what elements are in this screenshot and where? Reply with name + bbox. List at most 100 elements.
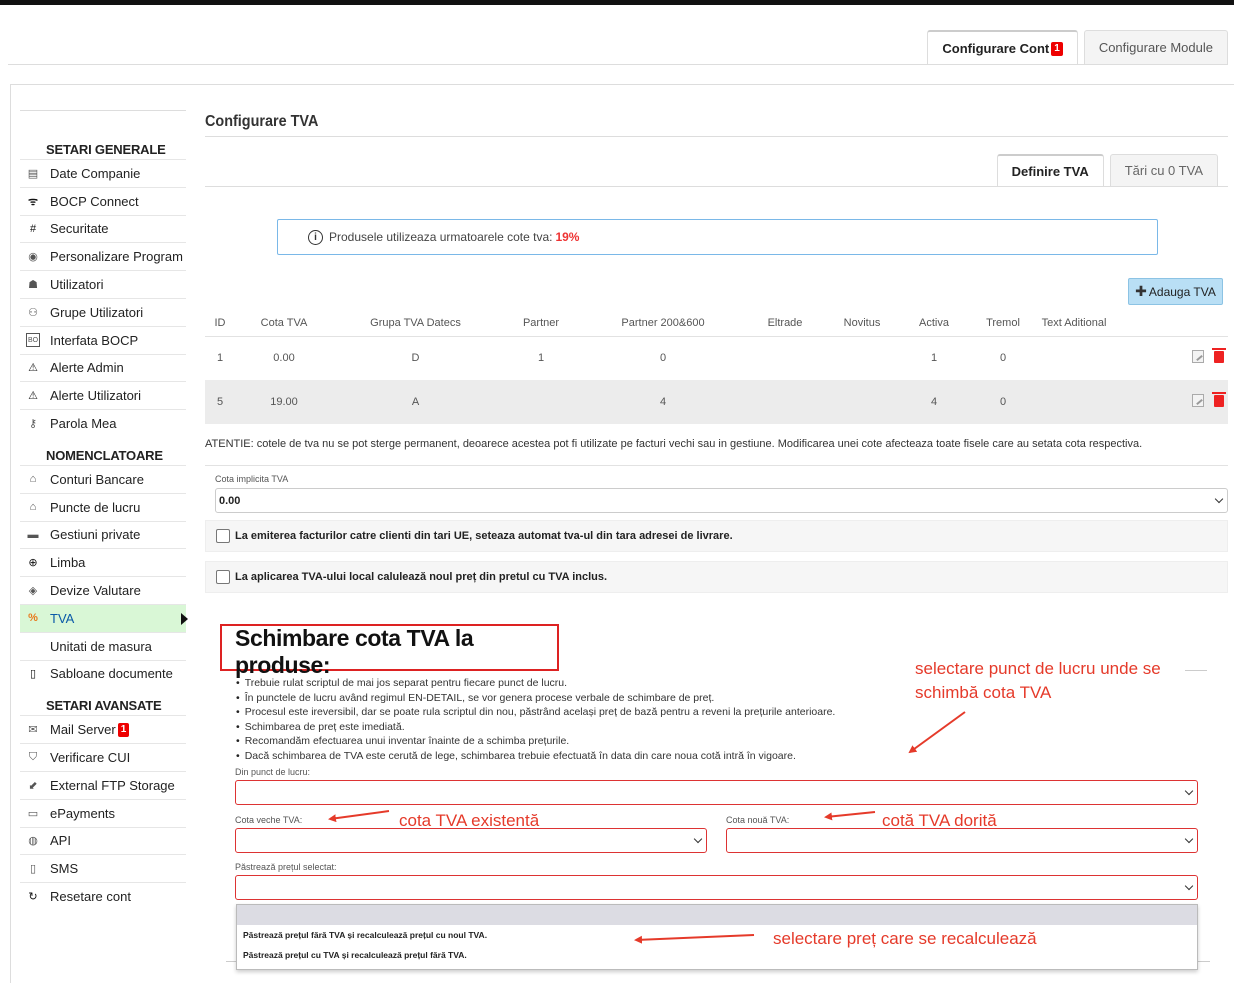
table-cell: 1 [498, 335, 584, 380]
sidebar-item-mail-server[interactable]: ✉ Mail Server 1 [20, 715, 186, 743]
api-icon: ◍ [28, 835, 38, 848]
bank-icon: ⌂ [29, 473, 37, 486]
sidebar-item-resetare-cont[interactable]: ↻ Resetare cont [20, 882, 186, 910]
sidebar-item-conturi-bancare[interactable]: ⌂ Conturi Bancare [20, 464, 186, 493]
tab-label: Configurare Cont [942, 41, 1050, 56]
notification-badge: 1 [117, 722, 130, 737]
tab-configurare-cont[interactable]: Configurare Cont 1 [927, 30, 1078, 65]
divider [226, 961, 236, 962]
sidebar-item-sms[interactable]: ▯ SMS [20, 854, 186, 882]
sidebar-item-limba[interactable]: ⊕ Limba [20, 548, 186, 576]
sidebar-item-bocp-connect[interactable]: ᯤ BOCP Connect [20, 186, 186, 215]
field-label: Cota veche TVA: [235, 815, 303, 825]
sidebar-item-label: API [50, 833, 71, 849]
list-item: Dacă schimbarea de TVA este cerută de le… [236, 749, 835, 764]
sidebar-item-personalizare[interactable]: ◉ Personalizare Program [20, 242, 186, 270]
sidebar-item-interfata-bocp[interactable]: BO Interfata BOCP [20, 325, 186, 354]
sidebar-item-label: Gestiuni private [50, 527, 141, 543]
workpoint-select[interactable] [235, 780, 1198, 805]
table-cell: 1 [896, 335, 972, 380]
tab-definire-tva[interactable]: Definire TVA [996, 154, 1104, 187]
sidebar-item-external-ftp[interactable]: ⬋ External FTP Storage [20, 770, 186, 799]
default-vat-select[interactable]: 0.00 [215, 488, 1228, 513]
trash-icon[interactable] [1212, 392, 1226, 407]
annotation-text: selectare punct de lucru unde se [915, 659, 1161, 678]
sidebar-section-title: NOMENCLATOARE [46, 447, 163, 463]
sidebar-item-devize-valutare[interactable]: ◈ Devize Valutare [20, 576, 186, 604]
edit-icon[interactable] [1192, 394, 1204, 407]
local-vat-checkbox[interactable] [216, 570, 230, 584]
sidebar-item-sabloane-documente[interactable]: ▯ Sabloane documente [20, 659, 186, 688]
sidebar-item-label: Personalizare Program [50, 249, 183, 265]
sidebar-item-label: Alerte Admin [50, 360, 124, 376]
sidebar-item-label: BOCP Connect [50, 193, 139, 209]
table-actions [1114, 380, 1228, 424]
sidebar: SETARI GENERALE ▤ Date Companie ᯤ BOCP Con… [20, 110, 188, 910]
sidebar-item-label: Date Companie [50, 165, 141, 181]
table-cell [828, 380, 896, 424]
chevron-down-icon [1184, 881, 1194, 891]
users-icon: ⚇ [28, 306, 38, 319]
sidebar-item-grupe-utilizatori[interactable]: ⚇ Grupe Utilizatori [20, 297, 186, 326]
sidebar-item-unitati-de-masura[interactable]: Unitati de masura [20, 631, 186, 660]
sidebar-item-puncte-de-lucru[interactable]: ⌂ Puncte de lucru [20, 492, 186, 521]
sidebar-item-api[interactable]: ◍ API [20, 826, 186, 855]
dropdown-option-empty[interactable] [237, 905, 1197, 925]
sidebar-item-gestiuni-private[interactable]: ▬ Gestiuni private [20, 520, 186, 549]
checkbox-label: La emiterea facturilor catre clienti din… [235, 530, 733, 542]
table-cell [742, 335, 828, 380]
eu-vat-checkbox[interactable] [216, 529, 230, 543]
tab-tari-cu-0-tva[interactable]: Tări cu 0 TVA [1109, 154, 1218, 186]
table-cell: A [333, 380, 498, 424]
grid-lock-icon: # [29, 222, 37, 235]
trash-icon[interactable] [1212, 348, 1226, 364]
edit-icon[interactable] [1192, 350, 1204, 364]
divider [1185, 670, 1207, 671]
column-header: Text Aditional [1041, 316, 1107, 329]
table-cell [742, 380, 828, 424]
dropdown-option[interactable]: Păstrează prețul fără TVA și recalculeaz… [237, 925, 1197, 945]
sidebar-item-label: Mail Server [50, 722, 116, 738]
select-value: 0.00 [219, 494, 241, 507]
top-tabs: Configurare Cont 1 Configurare Module [927, 30, 1228, 65]
sidebar-item-date-companie[interactable]: ▤ Date Companie [20, 159, 186, 187]
sidebar-item-alerte-admin[interactable]: ⚠ Alerte Admin [20, 353, 186, 382]
field-label: Cota nouă TVA: [726, 815, 790, 825]
table-cell: 19.00 [235, 380, 333, 424]
sidebar-item-securitate[interactable]: # Securitate [20, 214, 186, 243]
dropdown-option[interactable]: Păstrează prețul cu TVA și recalculează … [237, 945, 1197, 965]
list-item: În punctele de lucru având regimul EN-DE… [236, 691, 835, 706]
column-header: Novitus [843, 316, 881, 329]
sidebar-item-utilizatori[interactable]: ☗ Utilizatori [20, 270, 186, 298]
sidebar-item-label: Securitate [50, 221, 109, 237]
percent-icon: % [28, 612, 38, 625]
palette-icon: ◉ [28, 251, 38, 264]
sidebar-item-alerte-utilizatori[interactable]: ⚠ Alerte Utilizatori [20, 381, 186, 409]
tab-configurare-module[interactable]: Configurare Module [1083, 30, 1228, 64]
checkbox-label: La aplicarea TVA-ului local calulează no… [235, 571, 608, 583]
mail-icon: ✉ [28, 724, 38, 737]
table-cell [1034, 335, 1114, 380]
sidebar-item-verificare-cui[interactable]: ⛉ Verificare CUI [20, 743, 186, 771]
table-actions [1114, 335, 1228, 380]
button-label: Adauga TVA [1148, 284, 1216, 299]
divider [205, 136, 1228, 137]
notification-badge: 1 [1051, 41, 1063, 56]
field-label: Păstrează prețul selectat: [235, 862, 337, 872]
add-tva-button[interactable]: ✚ Adauga TVA [1128, 278, 1223, 305]
table-cell: 0 [972, 335, 1034, 380]
sidebar-item-epayments[interactable]: ▭ ePayments [20, 798, 186, 827]
table-cell: 1 [205, 335, 235, 380]
document-icon: ▯ [29, 668, 37, 681]
info-alert: i Produsele utilizeaza urmatoarele cote … [277, 219, 1158, 255]
keep-price-select[interactable] [235, 875, 1198, 900]
hat-icon: ▬ [27, 528, 39, 541]
id-card-icon: ▤ [27, 167, 39, 180]
sidebar-item-parola-mea[interactable]: ⚷ Parola Mea [20, 409, 186, 437]
sub-tabs: Definire TVA Tări cu 0 TVA [996, 154, 1218, 187]
sidebar-item-tva[interactable]: % TVA [20, 603, 188, 632]
sidebar-item-label: ePayments [50, 805, 116, 821]
table-cell: 0 [972, 380, 1034, 424]
